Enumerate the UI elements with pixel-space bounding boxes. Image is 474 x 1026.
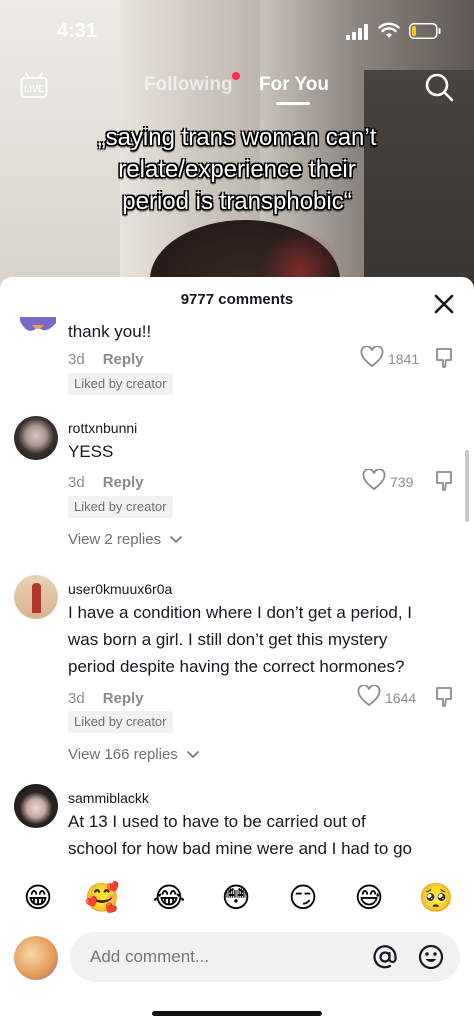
emoji-hearts-button[interactable]: 🥰 [84,880,120,916]
heart-icon[interactable] [357,685,381,707]
comment-text-line: was born a girl. I still don’t get this … [68,630,388,649]
comment-text: I have a condition where I don’t get a p… [68,599,464,680]
avatar[interactable] [18,317,58,339]
status-bar: 4:31 [0,0,474,60]
comment-text-line: At 13 I used to have to be carried out o… [68,812,366,831]
comment-text: thank you!! [68,322,152,341]
avatar[interactable] [14,575,58,619]
tab-for-you[interactable]: For You [259,74,329,96]
dislike-icon[interactable] [432,685,456,709]
feed-tabs: Following For You [0,72,474,105]
following-notification-dot [232,72,240,80]
emoji-laugh-button[interactable]: 😂 [151,880,187,916]
emoji-flushed-button[interactable]: 😳 [218,880,254,916]
comment-item: thank you!! 3d Reply 1841 Liked by creato… [0,317,474,397]
heart-icon[interactable] [362,469,386,491]
comment-text: At 13 I used to have to be carried out o… [68,808,464,862]
status-time: 4:31 [57,20,98,42]
reply-button[interactable]: Reply [103,690,144,707]
dislike-icon[interactable] [432,346,456,370]
chevron-down-icon [187,751,199,759]
avatar-figure [32,583,41,613]
comments-list[interactable]: thank you!! 3d Reply 1841 Liked by creato… [0,317,474,865]
view-replies-label: View 166 replies [68,746,178,763]
like-count: 1841 [388,351,420,367]
wifi-icon [378,22,400,38]
quick-emoji-bar: 😁 🥰 😂 😳 😏 😅 🥺 [0,868,474,928]
comment-text-line: period despite having the correct hormon… [68,657,405,676]
heart-icon[interactable] [360,346,384,368]
comments-count-title: 9777 comments [180,291,294,308]
video-caption-line: period is transphobic“ [122,188,352,215]
comment-item: user0kmuux6r0a I have a condition where … [0,571,474,781]
comment-composer [0,928,474,998]
comment-meta: 3d Reply [68,474,144,491]
emoji-pleading-button[interactable]: 🥺 [418,880,454,916]
active-tab-indicator [276,102,310,105]
emoji-smirk-button[interactable]: 😏 [285,880,321,916]
comment-meta: 3d Reply [68,351,144,368]
liked-by-creator-badge: Liked by creator [68,496,173,518]
liked-by-creator-badge: Liked by creator [68,711,173,733]
comment-text-line: I have a condition where I don’t get a p… [68,603,413,622]
battery-icon [409,23,441,39]
video-caption-line: relate/experience their [118,156,356,183]
comment-username[interactable]: rottxnbunni [68,420,137,436]
reply-button[interactable]: Reply [103,474,144,491]
comment-input[interactable] [90,932,360,982]
video-caption-line: „saying trans woman can’t [97,124,377,151]
avatar[interactable] [14,416,58,460]
mention-icon[interactable] [372,944,398,970]
view-replies-label: View 2 replies [68,531,162,548]
search-icon[interactable] [424,72,454,102]
avatar[interactable] [14,784,58,828]
comment-item: sammiblackk At 13 I used to have to be c… [0,780,474,865]
chevron-down-icon [170,536,183,544]
view-replies-button[interactable]: View 166 replies [68,746,200,763]
comment-meta: 3d Reply [68,690,144,707]
comment-username[interactable]: user0kmuux6r0a [68,581,172,597]
comment-item: rottxnbunni YESS 3d Reply 739 Liked by cr… [0,414,474,564]
close-icon[interactable] [431,291,457,317]
like-count: 1644 [385,690,417,706]
dislike-icon[interactable] [432,469,456,493]
reply-button[interactable]: Reply [103,351,144,368]
comment-text: YESS [68,442,114,461]
emoji-grin-button[interactable]: 😁 [20,880,56,916]
scrollbar[interactable] [465,450,469,522]
video-caption-overlay: „saying trans woman can’t relate/experie… [40,122,434,218]
comment-username[interactable]: sammiblackk [68,790,149,806]
comment-age: 3d [68,474,85,491]
emoji-picker-icon[interactable] [418,944,444,970]
comment-text-line: school for how bad mine were and I had t… [68,839,412,858]
comment-age: 3d [68,690,85,707]
view-replies-button[interactable]: View 2 replies [68,531,183,548]
like-count: 739 [390,474,414,490]
emoji-sweat-smile-button[interactable]: 😅 [351,880,387,916]
comment-age: 3d [68,351,85,368]
home-indicator[interactable] [152,1011,322,1016]
comment-input-box[interactable] [70,932,460,982]
tab-following[interactable]: Following [144,74,233,96]
signal-icon [346,24,368,40]
liked-by-creator-badge: Liked by creator [68,373,173,395]
my-avatar[interactable] [14,936,58,980]
